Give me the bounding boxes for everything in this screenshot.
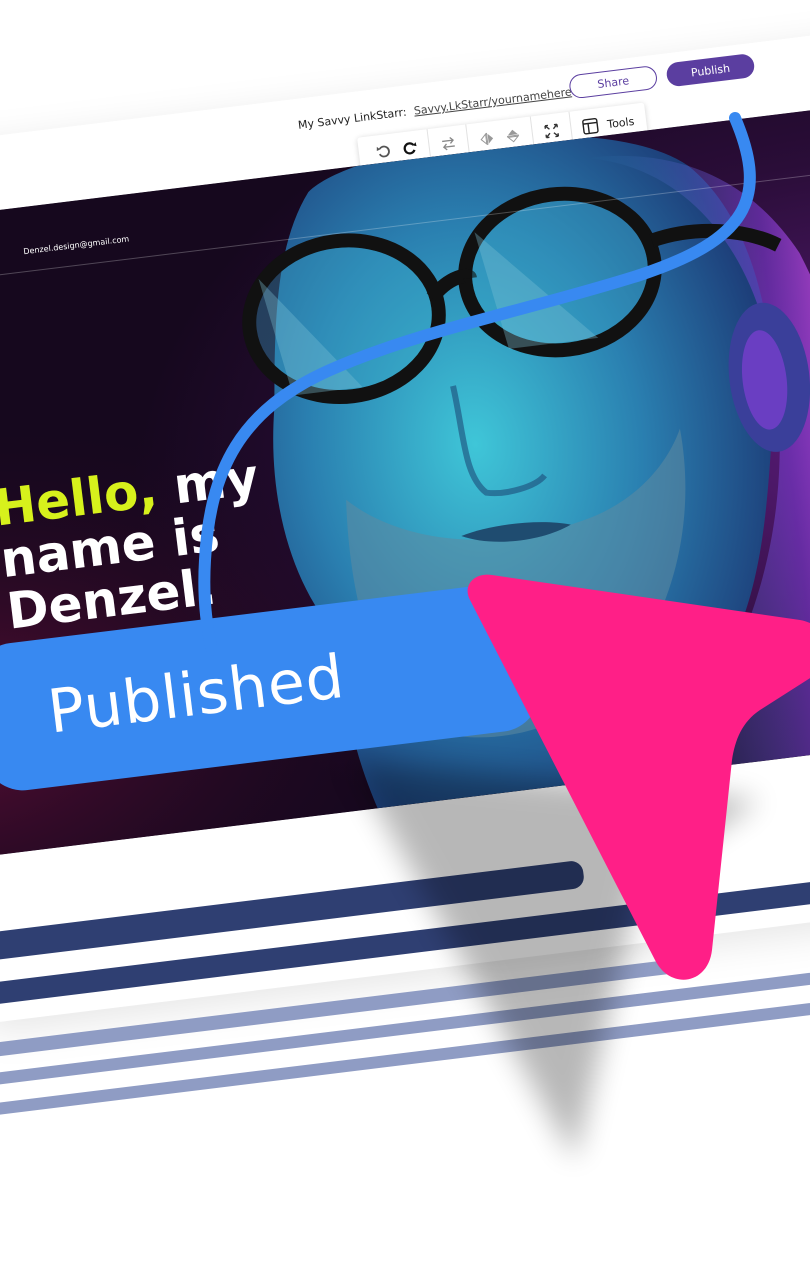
fullscreen-icon[interactable] (539, 119, 564, 144)
flip-vertical-icon[interactable] (501, 123, 526, 148)
tools-panel-icon[interactable] (578, 114, 603, 139)
hero-heading: Hello, my name is Denzel. (0, 448, 274, 641)
tools-label[interactable]: Tools (606, 114, 634, 130)
site-url-label: My Savvy LinkStarr: (297, 105, 408, 132)
swap-icon[interactable] (436, 131, 461, 156)
editor-window: My Savvy LinkStarr: Savvy.LkStarr/yourna… (0, 22, 810, 1116)
publish-button[interactable]: Publish (665, 52, 756, 88)
share-button[interactable]: Share (568, 64, 659, 100)
stage: My Savvy LinkStarr: Savvy.LkStarr/yourna… (0, 0, 810, 1272)
site-url-link[interactable]: Savvy.LkStarr/yournamehere (413, 85, 572, 117)
published-label: Published (44, 641, 349, 748)
undo-icon[interactable] (372, 139, 397, 164)
redo-icon[interactable] (397, 136, 422, 161)
flip-horizontal-icon[interactable] (475, 127, 500, 152)
